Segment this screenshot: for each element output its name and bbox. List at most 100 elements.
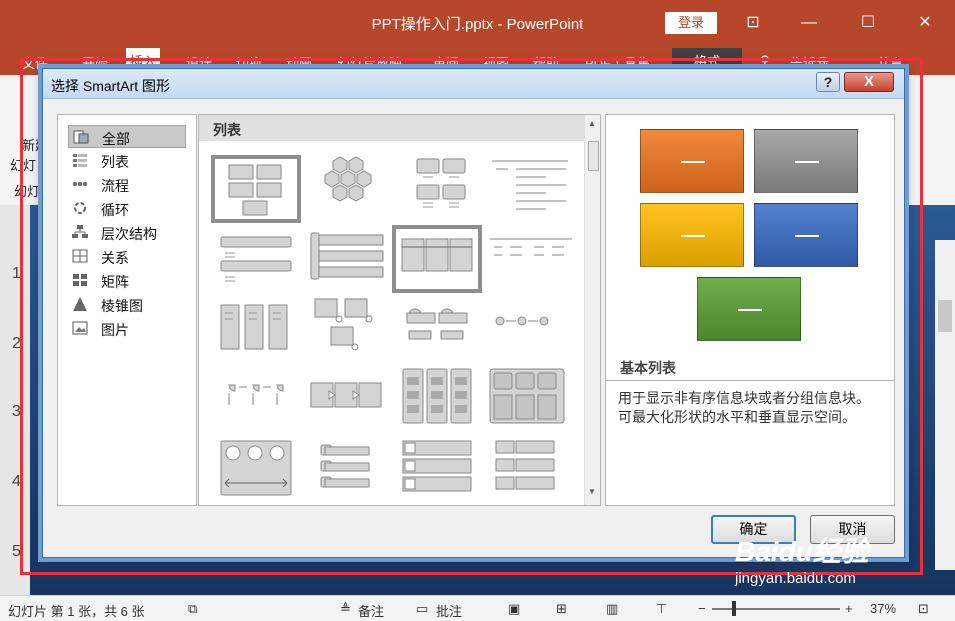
dialog-close-button[interactable]: X <box>844 72 894 92</box>
description-line: 用于显示非有序信息块或者分组信息块。 <box>618 390 870 406</box>
category-list: 全部 列表 流程 循环 层次结构 关系 矩阵 棱锥图 图片 <box>57 114 197 506</box>
reading-view-icon[interactable]: ▥ <box>606 601 618 617</box>
sorter-view-icon[interactable]: ⊞ <box>556 601 567 617</box>
layout-tree-list[interactable] <box>486 225 576 293</box>
category-cycle[interactable]: 循环 <box>68 197 186 220</box>
gallery-header: 列表 <box>199 115 584 141</box>
zoom-out-icon[interactable]: − <box>698 601 706 616</box>
layout-stacked-bars[interactable] <box>309 225 399 293</box>
scroll-down-icon[interactable]: ▼ <box>588 487 596 496</box>
category-relationship[interactable]: 关系 <box>68 245 186 268</box>
zoom-level[interactable]: 37% <box>870 601 896 616</box>
layout-vertical-box[interactable] <box>309 437 399 505</box>
minimize-icon[interactable]: — <box>796 10 822 36</box>
preview-description: 用于显示非有序信息块或者分组信息块。 可最大化形状的水平和垂直显示空间。 <box>606 380 894 505</box>
category-picture[interactable]: 图片 <box>68 317 186 340</box>
login-button[interactable]: 登录 <box>665 12 717 34</box>
category-label: 棱锥图 <box>101 298 143 314</box>
layout-circle-list[interactable] <box>397 295 487 363</box>
description-line: 可最大化形状的水平和垂直显示空间。 <box>618 409 856 425</box>
category-all[interactable]: 全部 <box>68 125 186 148</box>
gallery-scroll-thumb[interactable] <box>588 141 599 171</box>
category-process[interactable]: 流程 <box>68 173 186 196</box>
layout-bullet-circles[interactable] <box>486 295 576 363</box>
layout-basic-list[interactable] <box>211 155 301 223</box>
matrix-icon <box>73 274 87 286</box>
layout-grouped-list[interactable] <box>219 295 309 363</box>
maximize-icon[interactable]: ☐ <box>855 10 881 36</box>
smartart-dialog: 选择 SmartArt 图形 ? X 全部 列表 流程 循环 层次结构 关系 矩… <box>42 68 905 558</box>
zoom-in-icon[interactable]: + <box>845 601 853 616</box>
category-hierarchy[interactable]: 层次结构 <box>68 221 186 244</box>
category-list-type[interactable]: 列表 <box>68 149 186 172</box>
notes-button[interactable]: 备注 <box>358 601 384 620</box>
scrollbar-thumb[interactable] <box>938 300 952 332</box>
normal-view-icon[interactable]: ▣ <box>508 601 520 617</box>
comments-button[interactable]: 批注 <box>436 601 462 620</box>
comments-icon[interactable]: ▭ <box>416 601 428 617</box>
help-button[interactable]: ? <box>816 72 840 92</box>
category-label: 层次结构 <box>101 226 157 242</box>
preview-shape-yellow <box>640 203 744 267</box>
slide-number[interactable]: 4 <box>12 473 21 491</box>
dialog-titlebar[interactable]: 选择 SmartArt 图形 ? X <box>43 69 904 99</box>
relationship-icon <box>72 249 88 263</box>
slide-number[interactable]: 2 <box>12 335 21 353</box>
slide-number[interactable]: 1 <box>12 265 21 283</box>
category-pyramid[interactable]: 棱锥图 <box>68 293 186 316</box>
preview-shape-blue <box>754 203 858 267</box>
slide-number[interactable]: 5 <box>12 543 21 561</box>
slide-label-1: 幻灯 <box>10 158 37 173</box>
layout-pie-process[interactable] <box>219 365 309 433</box>
preview-shape-gray <box>754 129 858 193</box>
layout-tab-list[interactable] <box>397 365 487 433</box>
category-label: 全部 <box>102 131 130 147</box>
watermark-url: jingyan.baidu.com <box>735 570 856 587</box>
slide-label-2: 幻灯 <box>14 184 41 199</box>
statusbar: 幻灯片 第 1 张，共 6 张 ⧉ ≜ 备注 ▭ 批注 ▣ ⊞ ▥ ⊤ − + … <box>0 595 955 621</box>
category-matrix[interactable]: 矩阵 <box>68 269 186 292</box>
layout-checklist[interactable] <box>397 437 487 505</box>
hierarchy-icon <box>72 225 88 238</box>
zoom-slider-knob[interactable] <box>732 601 736 616</box>
search-icon[interactable]: ⚲ <box>760 53 770 69</box>
layout-horizontal-list[interactable] <box>392 225 482 293</box>
category-label: 循环 <box>101 202 129 218</box>
layout-picture-list[interactable] <box>219 437 309 505</box>
accessibility-icon[interactable]: ⧉ <box>188 601 197 617</box>
watermark-brand: Baidu经验 <box>735 536 869 567</box>
fit-window-icon[interactable]: ⊡ <box>918 601 929 617</box>
slide-number[interactable]: 3 <box>12 403 21 421</box>
preview-layout-name: 基本列表 <box>620 360 676 376</box>
scroll-up-icon[interactable]: ▲ <box>588 119 596 128</box>
layout-lined-list[interactable] <box>486 155 576 223</box>
dialog-title: 选择 SmartArt 图形 <box>51 78 171 94</box>
slide-info: 幻灯片 第 1 张，共 6 张 <box>8 604 145 619</box>
process-icon <box>73 182 87 186</box>
layout-arrow-list[interactable] <box>309 365 399 433</box>
close-window-icon[interactable]: ✕ <box>912 10 938 36</box>
slideshow-view-icon[interactable]: ⊤ <box>656 601 667 617</box>
layout-stacked-list[interactable] <box>397 155 487 223</box>
layout-vertical-bullet[interactable] <box>219 225 309 293</box>
slide-scrollbar[interactable] <box>935 240 955 570</box>
all-icon <box>73 130 89 144</box>
layout-picture-caption[interactable] <box>309 295 399 363</box>
layout-grid-list[interactable] <box>486 437 576 505</box>
thumbnail-panel: 1 2 3 4 5 <box>0 205 30 595</box>
category-label: 图片 <box>101 322 129 338</box>
layout-table-list[interactable] <box>486 365 576 433</box>
gallery-scrollbar[interactable]: ▲ ▼ <box>584 115 600 505</box>
category-label: 流程 <box>101 178 129 194</box>
app-titlebar: PPT操作入门.pptx - PowerPoint 登录 ⊡ — ☐ ✕ <box>0 0 955 45</box>
category-label: 关系 <box>101 250 129 266</box>
category-label: 矩阵 <box>101 274 129 290</box>
ribbon-display-icon[interactable]: ⊡ <box>740 10 766 36</box>
preview-shape-orange <box>640 129 744 193</box>
list-icon <box>73 154 87 167</box>
cycle-icon <box>74 202 86 214</box>
baidu-watermark: Baidu经验 jingyan.baidu.com <box>735 530 869 587</box>
layout-hexagon-cluster[interactable] <box>308 155 398 223</box>
notes-icon[interactable]: ≜ <box>340 601 351 617</box>
preview-pane: 基本列表 用于显示非有序信息块或者分组信息块。 可最大化形状的水平和垂直显示空间… <box>605 114 895 506</box>
